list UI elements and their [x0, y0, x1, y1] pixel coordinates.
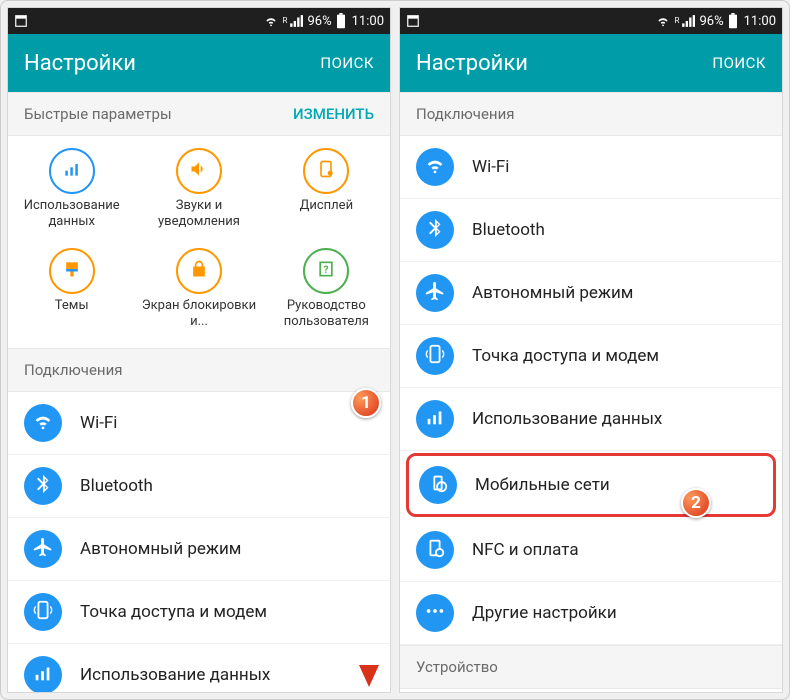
screenshot-icon [14, 14, 28, 28]
help-book-icon: ? [316, 259, 336, 284]
wifi-icon [424, 154, 446, 181]
connections-header: Подключения [400, 92, 782, 136]
quick-data-usage[interactable]: Использование данных [8, 144, 135, 244]
wifi-icon [263, 14, 279, 28]
signal-icon [289, 14, 303, 28]
quick-sounds[interactable]: Звуки и уведомления [135, 144, 262, 244]
connections-header: Подключения [8, 348, 390, 392]
quick-label: Звуки и уведомления [139, 198, 258, 229]
item-bluetooth[interactable]: Bluetooth [8, 455, 390, 518]
bars-icon [62, 159, 82, 184]
roaming-r: R [283, 17, 288, 25]
battery-icon [728, 13, 738, 29]
quick-display[interactable]: Дисплей [263, 144, 390, 244]
item-label: Использование данных [80, 665, 270, 685]
item-hotspot[interactable]: Точка доступа и модем [400, 325, 782, 388]
nfc-icon [424, 537, 446, 564]
quick-params-header: Быстрые параметры ИЗМЕНИТЬ [8, 92, 390, 136]
status-bar: R 96% 11:00 [8, 8, 390, 34]
settings-list: Wi-Fi Bluetooth Автономный режим Точка д… [8, 392, 390, 692]
clock: 11:00 [744, 14, 776, 29]
item-sounds-notifications[interactable]: Звуки и уведомления [400, 689, 782, 692]
item-nfc[interactable]: NFC и оплата [400, 519, 782, 582]
bluetooth-icon [32, 473, 54, 500]
bluetooth-icon [424, 217, 446, 244]
item-label: Другие настройки [472, 603, 617, 623]
bars-icon [424, 406, 446, 433]
quick-label: Темы [55, 298, 89, 314]
roaming-r: R [675, 17, 680, 25]
item-airplane[interactable]: Автономный режим [400, 262, 782, 325]
airplane-icon [32, 536, 54, 563]
quick-label: Дисплей [300, 198, 354, 214]
quick-label: Руководство пользователя [267, 298, 386, 329]
battery-percent: 96% [699, 14, 723, 29]
connections-label: Подключения [24, 361, 122, 379]
annotation-step-1: 1 [351, 388, 381, 418]
wifi-icon [32, 410, 54, 437]
wifi-icon [655, 14, 671, 28]
app-titlebar: Настройки ПОИСК [8, 34, 390, 92]
item-hotspot[interactable]: Точка доступа и модем [8, 581, 390, 644]
item-label: Мобильные сети [475, 475, 610, 495]
search-button[interactable]: ПОИСК [712, 54, 766, 72]
item-data-usage[interactable]: Использование данных [8, 644, 390, 692]
bars-icon [32, 662, 54, 689]
screenshot-icon [406, 14, 420, 28]
speaker-icon [189, 159, 209, 184]
quick-manual[interactable]: ? Руководство пользователя [263, 244, 390, 344]
phone-right: R 96% 11:00 Настройки ПОИСК Подключения … [399, 7, 783, 693]
search-button[interactable]: ПОИСК [320, 54, 374, 72]
quick-label: Использование данных [12, 198, 131, 229]
quick-lockscreen[interactable]: Экран блокировки и... [135, 244, 262, 344]
item-label: Bluetooth [472, 220, 545, 240]
hotspot-icon [32, 599, 54, 626]
battery-percent: 96% [307, 14, 331, 29]
quick-label: Экран блокировки и... [139, 298, 258, 329]
settings-list: Wi-Fi Bluetooth Автономный режим Точка д… [400, 136, 782, 692]
clock: 11:00 [352, 14, 384, 29]
connections-label: Подключения [416, 105, 514, 123]
display-icon [316, 159, 336, 184]
airplane-icon [424, 280, 446, 307]
item-label: Точка доступа и модем [80, 602, 267, 622]
item-label: Автономный режим [80, 539, 241, 559]
quick-params-label: Быстрые параметры [24, 105, 172, 123]
quick-grid: Использование данных Звуки и уведомления… [8, 136, 390, 348]
annotation-step-2: 2 [681, 488, 711, 518]
device-label: Устройство [416, 658, 498, 676]
item-wifi[interactable]: Wi-Fi [8, 392, 390, 455]
item-label: NFC и оплата [472, 540, 579, 560]
annotation-arrow [359, 419, 379, 689]
item-label: Автономный режим [472, 283, 633, 303]
item-label: Использование данных [472, 409, 662, 429]
phone-left: R 96% 11:00 Настройки ПОИСК Быстрые пара… [7, 7, 391, 693]
item-airplane[interactable]: Автономный режим [8, 518, 390, 581]
item-mobile-networks[interactable]: Мобильные сети [406, 453, 776, 517]
item-label: Точка доступа и модем [472, 346, 659, 366]
item-label: Bluetooth [80, 476, 153, 496]
item-label: Wi-Fi [80, 413, 117, 433]
signal-icon [681, 14, 695, 28]
device-header: Устройство [400, 645, 782, 689]
quick-themes[interactable]: Темы [8, 244, 135, 344]
battery-icon [336, 13, 346, 29]
svg-text:?: ? [324, 265, 329, 276]
page-title: Настройки [416, 51, 528, 76]
item-bluetooth[interactable]: Bluetooth [400, 199, 782, 262]
item-data-usage[interactable]: Использование данных [400, 388, 782, 451]
hotspot-icon [424, 343, 446, 370]
mobile-networks-icon [427, 472, 449, 499]
more-icon [424, 600, 446, 627]
item-more-settings[interactable]: Другие настройки [400, 582, 782, 645]
item-wifi[interactable]: Wi-Fi [400, 136, 782, 199]
lock-icon [189, 259, 209, 284]
item-label: Wi-Fi [472, 157, 509, 177]
brush-icon [62, 259, 82, 284]
status-bar: R 96% 11:00 [400, 8, 782, 34]
app-titlebar: Настройки ПОИСК [400, 34, 782, 92]
edit-button[interactable]: ИЗМЕНИТЬ [293, 105, 374, 123]
page-title: Настройки [24, 51, 136, 76]
